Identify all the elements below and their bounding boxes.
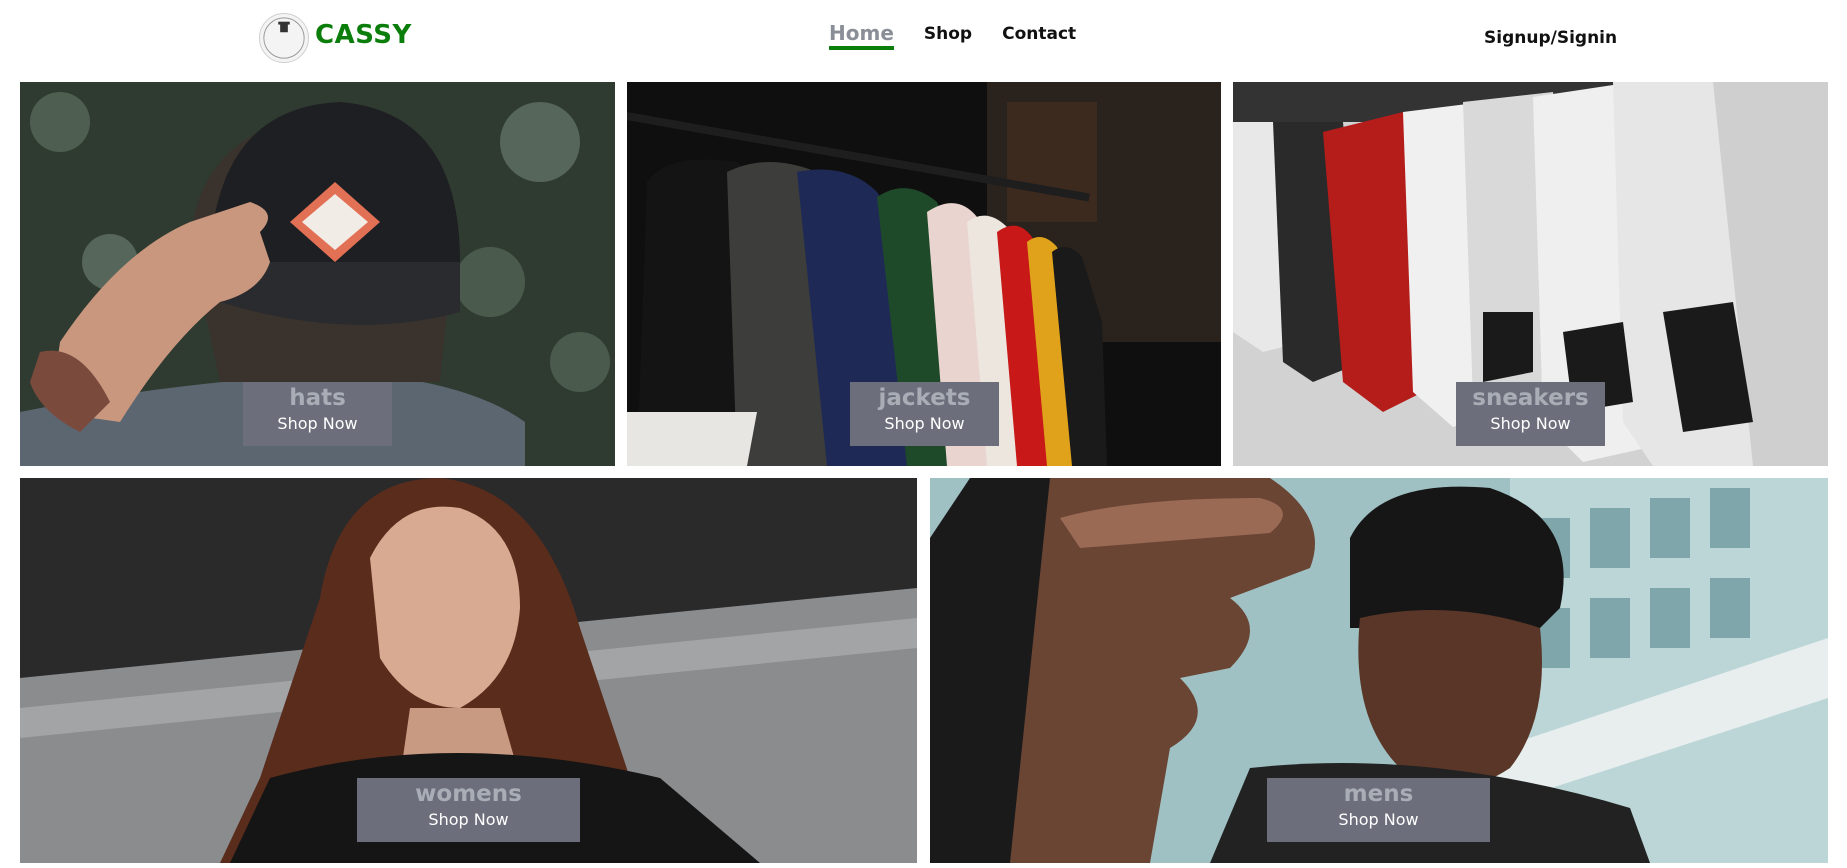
category-tile-mens[interactable]: mens Shop Now xyxy=(930,478,1828,863)
category-title: jackets xyxy=(878,385,971,411)
shop-now-button[interactable]: Shop Now xyxy=(243,413,392,435)
shop-now-button[interactable]: Shop Now xyxy=(357,809,580,831)
category-title: womens xyxy=(415,781,522,807)
category-tile-sneakers[interactable]: sneakers Shop Now xyxy=(1233,82,1828,466)
shop-now-button[interactable]: Shop Now xyxy=(1267,809,1490,831)
site-header: CASSY Home Shop Contact Signup/Signin xyxy=(0,0,1847,82)
cta-box-mens[interactable]: mens Shop Now xyxy=(1267,778,1490,842)
shop-now-button[interactable]: Shop Now xyxy=(850,413,999,435)
logo-icon[interactable] xyxy=(259,13,309,63)
category-tile-hats[interactable]: hats Shop Now xyxy=(20,82,615,466)
cta-box-womens[interactable]: womens Shop Now xyxy=(357,778,580,842)
category-title: hats xyxy=(289,385,346,411)
category-title: mens xyxy=(1343,781,1414,807)
category-tile-womens[interactable]: womens Shop Now xyxy=(20,478,917,863)
nav-home[interactable]: Home xyxy=(829,21,894,50)
brand-name[interactable]: CASSY xyxy=(315,20,412,50)
category-tile-jackets[interactable]: jackets Shop Now xyxy=(627,82,1221,466)
category-title: sneakers xyxy=(1472,385,1589,411)
cta-box-sneakers[interactable]: sneakers Shop Now xyxy=(1456,382,1605,446)
shop-now-button[interactable]: Shop Now xyxy=(1456,413,1605,435)
nav-shop[interactable]: Shop xyxy=(924,24,972,48)
signin-link[interactable]: Signup/Signin xyxy=(1484,28,1617,48)
nav-contact[interactable]: Contact xyxy=(1002,24,1076,48)
cta-box-hats[interactable]: hats Shop Now xyxy=(243,382,392,446)
main-nav: Home Shop Contact xyxy=(829,21,1076,50)
cta-box-jackets[interactable]: jackets Shop Now xyxy=(850,382,999,446)
